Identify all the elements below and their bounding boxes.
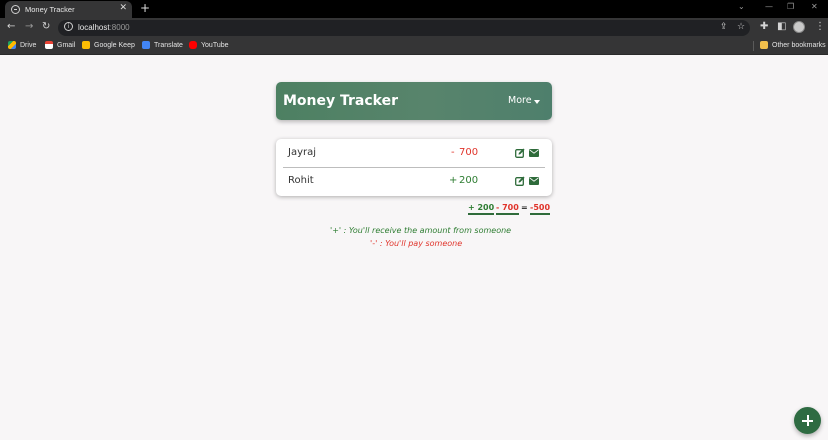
other-bookmarks[interactable]: Other bookmarks bbox=[760, 41, 826, 49]
summary-equals: = bbox=[521, 203, 528, 212]
browser-toolbar: ← → ↻ i localhost:8000 ⇪ ☆ ✚ ◧ ⋮ bbox=[0, 18, 828, 38]
bookmark-star-icon[interactable]: ☆ bbox=[737, 22, 745, 32]
translate-icon bbox=[142, 41, 150, 49]
address-bar[interactable]: i localhost:8000 ⇪ ☆ bbox=[58, 20, 750, 36]
minimize-icon[interactable]: — bbox=[765, 2, 773, 11]
close-tab-icon[interactable]: ✕ bbox=[119, 3, 127, 13]
tab-search-icon[interactable]: ⌄ bbox=[738, 2, 745, 11]
bookmark-youtube[interactable]: YouTube bbox=[189, 41, 229, 49]
new-tab-icon[interactable]: + bbox=[140, 1, 150, 15]
app-title: Money Tracker bbox=[283, 93, 399, 109]
summary-total: -500 bbox=[530, 203, 551, 215]
share-icon[interactable]: ⇪ bbox=[720, 22, 728, 32]
bookmark-drive[interactable]: Drive bbox=[8, 41, 36, 49]
email-icon[interactable] bbox=[529, 149, 539, 157]
close-window-icon[interactable]: ✕ bbox=[811, 2, 818, 11]
more-dropdown[interactable]: More bbox=[508, 95, 532, 106]
bookmark-gmail[interactable]: Gmail bbox=[45, 41, 75, 49]
tab-title: Money Tracker bbox=[25, 5, 75, 14]
site-info-icon[interactable]: i bbox=[64, 22, 73, 31]
entry-amount: 700 bbox=[459, 147, 479, 158]
reload-icon[interactable]: ↻ bbox=[42, 21, 50, 32]
bookmark-translate[interactable]: Translate bbox=[142, 41, 183, 49]
list-item: Jayraj - 700 bbox=[276, 139, 552, 167]
keep-icon bbox=[82, 41, 90, 49]
extensions-icon[interactable]: ✚ bbox=[760, 21, 768, 32]
forward-icon[interactable]: → bbox=[25, 21, 33, 32]
youtube-icon bbox=[189, 41, 197, 49]
menu-icon[interactable]: ⋮ bbox=[815, 21, 825, 32]
profile-avatar[interactable] bbox=[793, 21, 805, 33]
back-icon[interactable]: ← bbox=[7, 21, 15, 32]
list-item: Rohit + 200 bbox=[276, 167, 552, 195]
entries-list: Jayraj - 700 Rohit + 200 bbox=[276, 139, 552, 196]
globe-icon bbox=[11, 5, 20, 14]
edit-icon[interactable] bbox=[515, 176, 525, 186]
tab-bar: Money Tracker ✕ + ⌄ — ❐ ✕ bbox=[0, 0, 828, 18]
legend-receive: '+' : You'll receive the amount from som… bbox=[330, 226, 512, 235]
caret-down-icon[interactable] bbox=[534, 100, 540, 104]
entry-name: Rohit bbox=[288, 175, 314, 186]
gmail-icon bbox=[45, 41, 53, 49]
entry-amount: 200 bbox=[459, 175, 479, 186]
bookmarks-bar: Drive Gmail Google Keep Translate YouTub… bbox=[0, 38, 828, 55]
maximize-icon[interactable]: ❐ bbox=[787, 2, 794, 11]
app-header: Money Tracker More bbox=[276, 82, 552, 120]
edit-icon[interactable] bbox=[515, 148, 525, 158]
bookmark-separator bbox=[753, 41, 754, 51]
url-text: localhost:8000 bbox=[78, 23, 130, 32]
entry-sign: - bbox=[451, 147, 455, 158]
summary-positive: + 200 bbox=[468, 203, 495, 215]
side-panel-icon[interactable]: ◧ bbox=[777, 21, 786, 32]
entry-sign: + bbox=[449, 175, 458, 186]
bookmark-google-keep[interactable]: Google Keep bbox=[82, 41, 135, 49]
add-entry-button[interactable] bbox=[794, 407, 821, 434]
drive-icon bbox=[8, 41, 16, 49]
browser-tab[interactable]: Money Tracker ✕ bbox=[5, 1, 132, 18]
legend-pay: '-' : You'll pay someone bbox=[370, 239, 463, 248]
folder-icon bbox=[760, 41, 768, 49]
summary-negative: - 700 bbox=[496, 203, 519, 215]
email-icon[interactable] bbox=[529, 177, 539, 185]
entry-name: Jayraj bbox=[288, 147, 317, 158]
